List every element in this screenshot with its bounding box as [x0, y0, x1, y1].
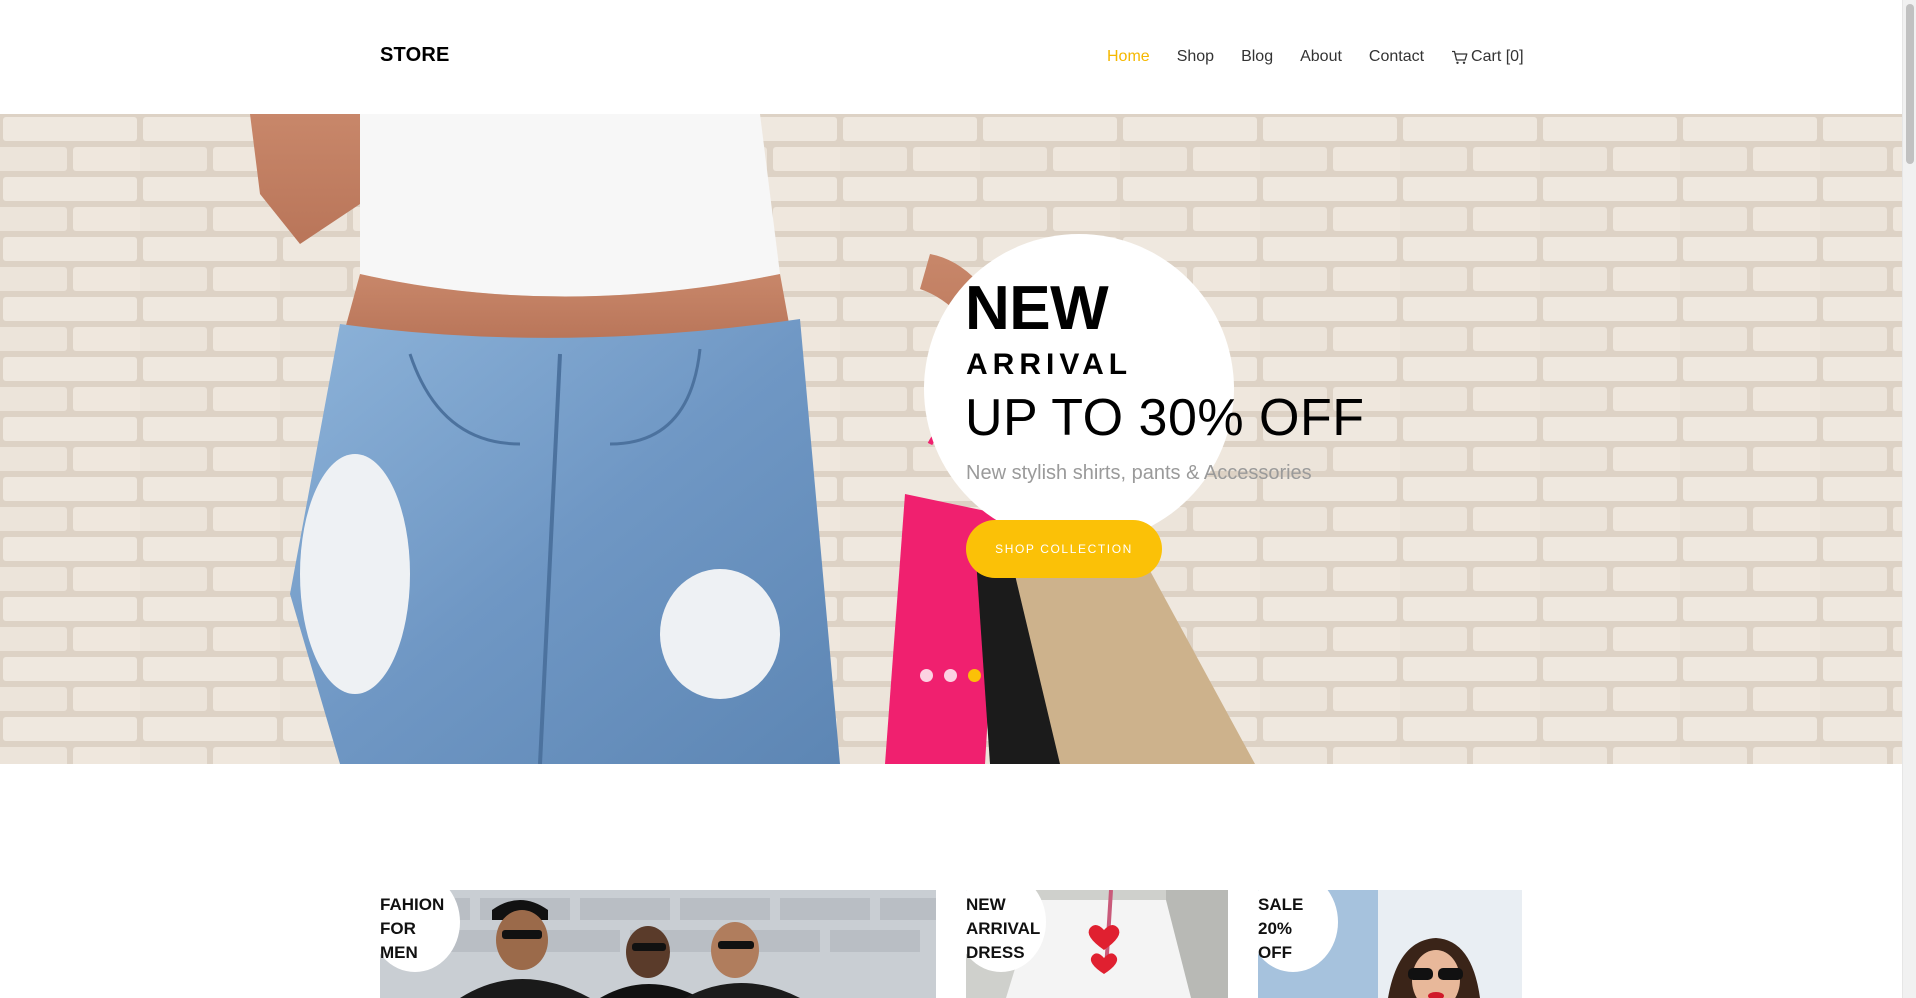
- category-card-men[interactable]: FAHION FOR MEN: [380, 890, 936, 998]
- store-logo[interactable]: STORE: [380, 44, 450, 67]
- hero-subtitle: ARRIVAL: [966, 348, 1133, 381]
- nav-contact[interactable]: Contact: [1369, 48, 1424, 66]
- nav-cart[interactable]: Cart [0]: [1451, 48, 1524, 66]
- slider-dot-2[interactable]: [944, 669, 957, 682]
- cart-label: Cart [0]: [1471, 48, 1524, 65]
- nav-about[interactable]: About: [1300, 48, 1342, 66]
- slider-dots: [920, 669, 992, 682]
- site-header: STORE Home Shop Blog About Contact Cart …: [0, 0, 1902, 114]
- category-label-men: FAHION FOR MEN: [380, 895, 445, 962]
- hero-offer: UP TO 30% OFF: [965, 389, 1365, 447]
- shop-collection-button[interactable]: SHOP COLLECTION: [966, 520, 1162, 578]
- shopping-cart-icon: [1452, 50, 1468, 64]
- scrollbar-thumb[interactable]: [1906, 4, 1914, 164]
- nav-home[interactable]: Home: [1107, 48, 1150, 66]
- hero-slider: NEW ARRIVAL UP TO 30% OFF New stylish sh…: [0, 114, 1902, 764]
- category-card-sale[interactable]: SALE 20% OFF: [1258, 890, 1522, 998]
- page-scrollbar[interactable]: [1902, 0, 1916, 998]
- slider-dot-3[interactable]: [968, 669, 981, 682]
- nav-blog[interactable]: Blog: [1241, 48, 1273, 66]
- category-card-dress[interactable]: NEW ARRIVAL DRESS: [966, 890, 1228, 998]
- hero-title: NEW: [965, 274, 1109, 343]
- nav-shop[interactable]: Shop: [1177, 48, 1214, 66]
- slider-dot-1[interactable]: [920, 669, 933, 682]
- hero-description: New stylish shirts, pants & Accessories: [966, 462, 1312, 484]
- category-label-dress: NEW ARRIVAL DRESS: [966, 895, 1041, 962]
- category-label-sale: SALE 20% OFF: [1258, 895, 1304, 962]
- main-nav: Home Shop Blog About Contact Cart [0]: [1107, 48, 1524, 66]
